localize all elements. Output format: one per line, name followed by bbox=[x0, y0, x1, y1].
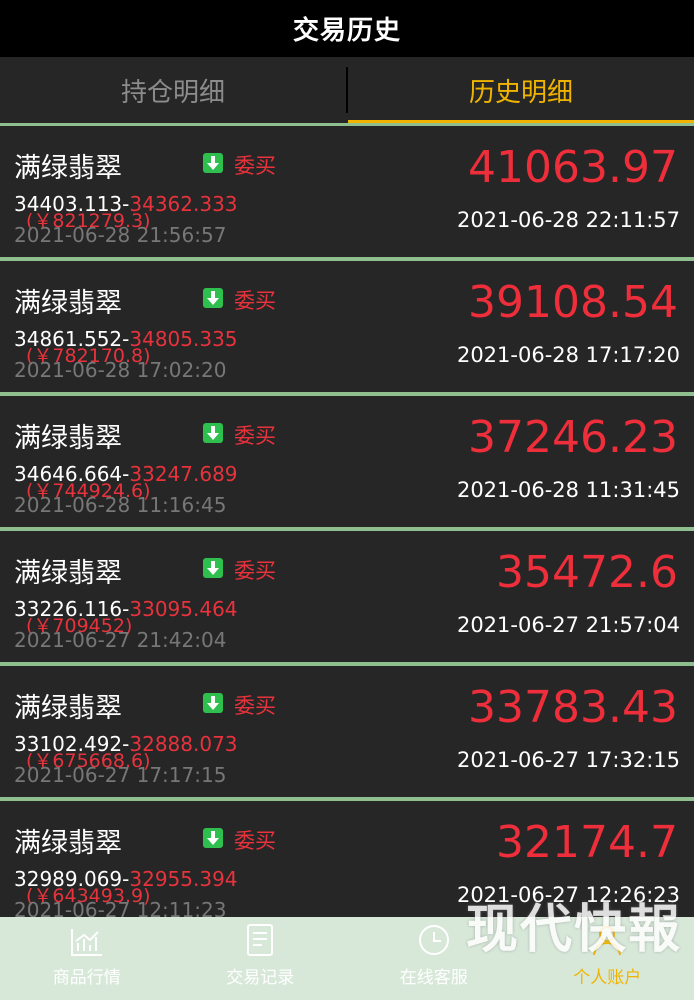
open-time: 2021-06-28 21:56:57 bbox=[14, 223, 227, 247]
trade-value: 39108.54 bbox=[468, 277, 678, 328]
down-arrow-icon bbox=[203, 288, 223, 308]
close-price: 33095.464 bbox=[129, 597, 238, 621]
open-time: 2021-06-27 17:17:15 bbox=[14, 763, 227, 787]
product-name: 满绿翡翠 bbox=[14, 423, 122, 454]
trade-value: 37246.23 bbox=[468, 412, 678, 463]
order-type: 委买 bbox=[234, 694, 276, 718]
trade-card[interactable]: 满绿翡翠 委买 32989.069-32955.394 (￥643493.9) … bbox=[0, 801, 694, 932]
product-name: 满绿翡翠 bbox=[14, 153, 122, 184]
down-arrow-icon bbox=[203, 153, 223, 173]
trade-value: 35472.6 bbox=[496, 547, 678, 598]
order-type: 委买 bbox=[234, 154, 276, 178]
order-type: 委买 bbox=[234, 424, 276, 448]
close-time: 2021-06-27 12:26:23 bbox=[456, 883, 680, 907]
down-arrow-icon bbox=[203, 828, 223, 848]
tab-history[interactable]: 历史明细 bbox=[348, 57, 694, 123]
nav-trade-records[interactable]: 交易记录 bbox=[174, 917, 348, 1000]
tab-positions[interactable]: 持仓明细 bbox=[0, 57, 346, 123]
close-time: 2021-06-28 17:17:20 bbox=[456, 343, 680, 367]
chart-icon bbox=[70, 929, 102, 956]
tab-bar: 持仓明细 历史明细 bbox=[0, 57, 694, 123]
page-title: 交易历史 bbox=[292, 16, 401, 46]
close-time: 2021-06-27 21:57:04 bbox=[456, 613, 680, 637]
nav-account[interactable]: 个人账户 bbox=[521, 917, 694, 1000]
nav-trade-records-label: 交易记录 bbox=[226, 968, 295, 988]
nav-online-service-label: 在线客服 bbox=[399, 968, 468, 988]
trade-value: 32174.7 bbox=[496, 817, 678, 868]
tab-history-label: 历史明细 bbox=[468, 77, 573, 108]
trade-card[interactable]: 满绿翡翠 委买 33226.116-33095.464 (￥709452) 20… bbox=[0, 531, 694, 662]
trade-card[interactable]: 满绿翡翠 委买 34861.552-34805.335 (￥782170.8) … bbox=[0, 261, 694, 392]
trade-value: 33783.43 bbox=[468, 682, 678, 733]
user-icon bbox=[593, 926, 622, 956]
trade-card[interactable]: 满绿翡翠 委买 34646.664-33247.689 (￥744924.6) … bbox=[0, 396, 694, 527]
down-arrow-icon bbox=[203, 693, 223, 713]
open-time: 2021-06-28 17:02:20 bbox=[14, 358, 227, 382]
product-name: 满绿翡翠 bbox=[14, 828, 122, 859]
open-time: 2021-06-27 21:42:04 bbox=[14, 628, 227, 652]
down-arrow-icon bbox=[203, 423, 223, 443]
product-name: 满绿翡翠 bbox=[14, 693, 122, 724]
trade-card[interactable]: 满绿翡翠 委买 33102.492-32888.073 (￥675668.6) … bbox=[0, 666, 694, 797]
nav-account-label: 个人账户 bbox=[573, 968, 642, 988]
nav-market[interactable]: 商品行情 bbox=[0, 917, 174, 1000]
clock-icon bbox=[418, 925, 449, 955]
trade-value: 41063.97 bbox=[468, 142, 678, 193]
trade-card[interactable]: 满绿翡翠 委买 34403.113-34362.333 (￥821279.3) … bbox=[0, 126, 694, 257]
order-type: 委买 bbox=[234, 289, 276, 313]
tab-positions-label: 持仓明细 bbox=[120, 77, 225, 108]
product-name: 满绿翡翠 bbox=[14, 288, 122, 319]
trade-list[interactable]: 满绿翡翠 委买 34403.113-34362.333 (￥821279.3) … bbox=[0, 123, 694, 932]
product-name: 满绿翡翠 bbox=[14, 558, 122, 589]
nav-market-label: 商品行情 bbox=[52, 968, 121, 988]
down-arrow-icon bbox=[203, 558, 223, 578]
order-type: 委买 bbox=[234, 559, 276, 583]
bottom-nav: 商品行情 交易记录 在线客服 个人账户 现代快報 bbox=[0, 899, 694, 1000]
close-time: 2021-06-27 17:32:15 bbox=[456, 748, 680, 772]
open-time: 2021-06-28 11:16:45 bbox=[14, 493, 227, 517]
order-type: 委买 bbox=[234, 829, 276, 853]
app-header: 交易历史 bbox=[0, 0, 694, 57]
close-time: 2021-06-28 11:31:45 bbox=[456, 478, 680, 502]
document-icon bbox=[247, 924, 274, 956]
nav-online-service[interactable]: 在线客服 bbox=[347, 917, 521, 1000]
close-time: 2021-06-28 22:11:57 bbox=[456, 208, 680, 232]
